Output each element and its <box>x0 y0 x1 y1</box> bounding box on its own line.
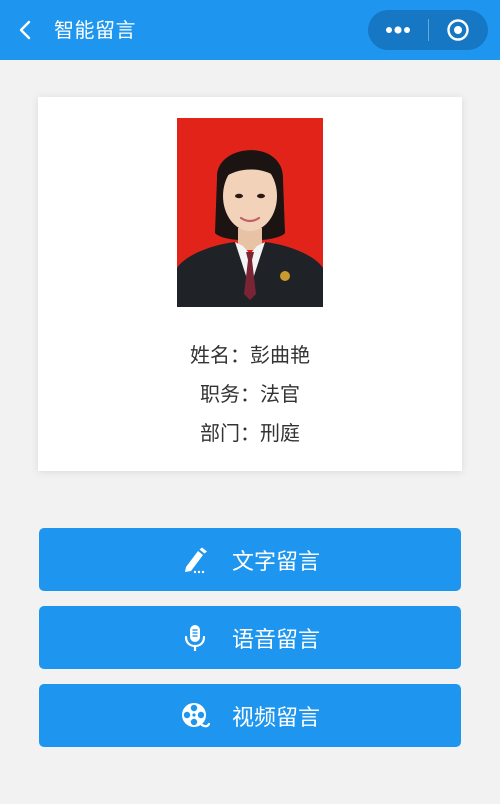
voice-message-label: 语音留言 <box>231 627 320 653</box>
name-value: 彭曲艳 <box>250 343 310 367</box>
video-message-label: 视频留言 <box>231 705 320 731</box>
chevron-left-icon <box>19 20 31 40</box>
target-close-icon <box>447 19 469 41</box>
back-button[interactable] <box>8 12 44 48</box>
voice-message-button[interactable]: 语音留言 <box>39 606 461 669</box>
mini-program-capsule <box>368 10 488 50</box>
close-button[interactable] <box>429 10 489 50</box>
position-value: 法官 <box>260 382 300 406</box>
microphone-icon <box>180 623 210 653</box>
top-bar: 智能留言 <box>0 0 500 60</box>
profile-photo <box>177 118 323 307</box>
department-label: 部门： <box>200 421 260 445</box>
portrait-image <box>177 118 323 307</box>
more-dots-icon <box>385 26 410 34</box>
pencil-icon <box>180 545 210 575</box>
info-department: 部门：刑庭 <box>38 418 462 448</box>
name-label: 姓名： <box>190 343 250 367</box>
info-name: 姓名：彭曲艳 <box>38 340 462 370</box>
info-position: 职务：法官 <box>38 379 462 409</box>
profile-card: 姓名：彭曲艳 职务：法官 部门：刑庭 <box>38 97 462 471</box>
text-message-label: 文字留言 <box>231 549 320 575</box>
film-reel-icon <box>180 701 210 731</box>
department-value: 刑庭 <box>260 421 300 445</box>
more-button[interactable] <box>368 10 428 50</box>
position-label: 职务： <box>200 382 260 406</box>
page-title: 智能留言 <box>54 18 136 42</box>
text-message-button[interactable]: 文字留言 <box>39 528 461 591</box>
video-message-button[interactable]: 视频留言 <box>39 684 461 747</box>
